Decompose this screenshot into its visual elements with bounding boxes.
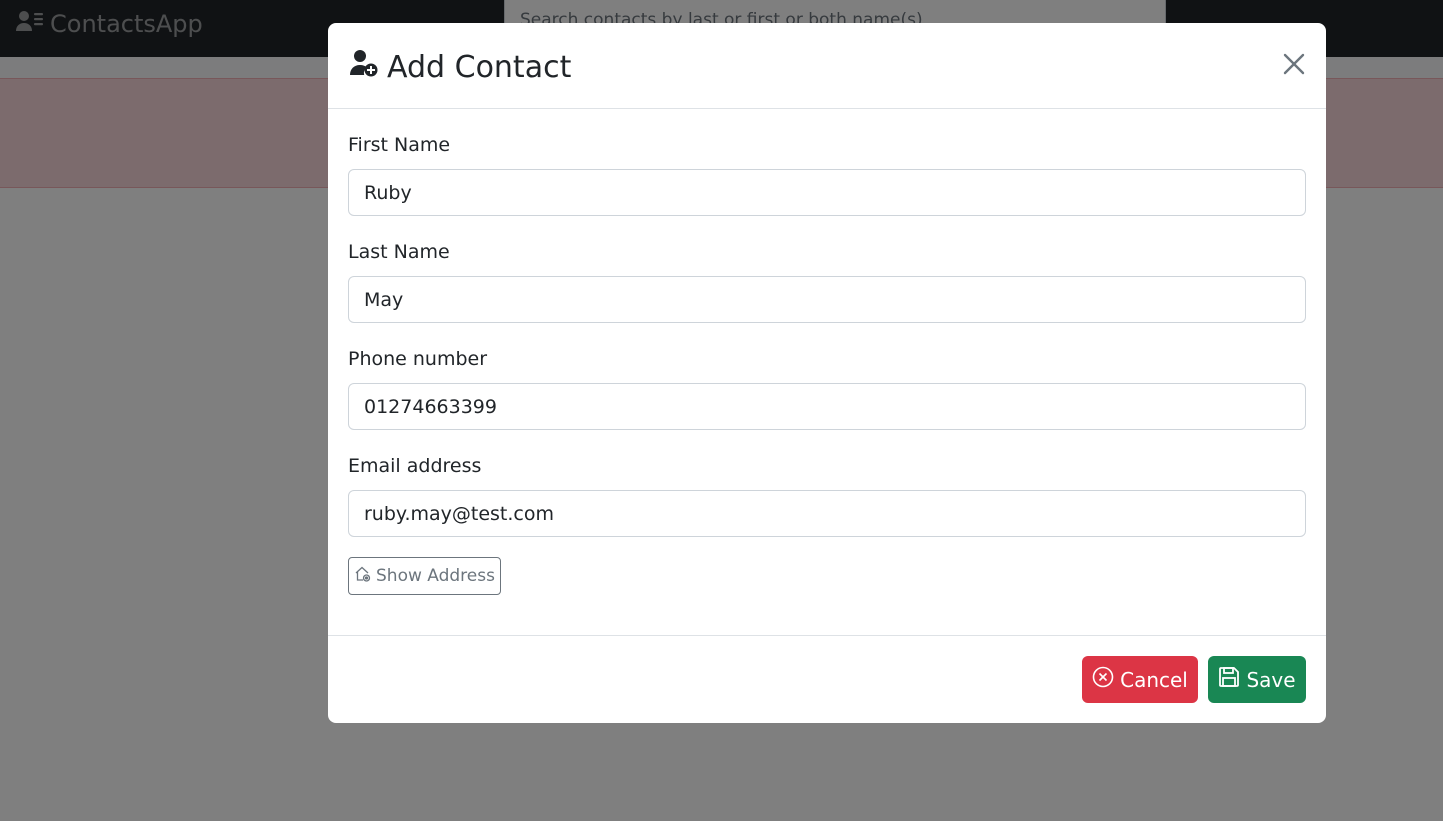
email-field: Email address [348,453,1306,537]
save-button[interactable]: Save [1208,656,1306,703]
last-name-input[interactable] [348,276,1306,323]
first-name-field: First Name [348,132,1306,216]
cancel-label: Cancel [1120,667,1188,692]
email-input[interactable] [348,490,1306,537]
first-name-label: First Name [348,134,451,156]
last-name-label: Last Name [348,241,450,263]
modal-title-text: Add Contact [387,49,572,85]
phone-label: Phone number [348,348,488,370]
modal-title: Add Contact [350,47,571,87]
last-name-field: Last Name [348,239,1306,323]
close-icon [1282,53,1306,79]
email-label: Email address [348,455,482,477]
close-button[interactable] [1280,51,1308,79]
show-address-label: Show Address [376,566,495,586]
x-circle-icon [1092,666,1120,693]
phone-input[interactable] [348,383,1306,430]
modal-header: Add Contact [328,23,1326,109]
person-plus-icon [350,49,387,85]
page: ContactsApp Search contacts by last or f… [0,0,1443,821]
show-address-button[interactable]: Show Address [348,557,501,595]
cancel-button[interactable]: Cancel [1082,656,1198,703]
add-contact-modal: Add Contact First Name Last Name [328,23,1326,723]
house-gear-icon [354,565,376,588]
floppy-disk-icon [1218,666,1246,693]
save-label: Save [1246,667,1296,692]
modal-footer: Cancel Save [328,635,1326,723]
phone-field: Phone number [348,346,1306,430]
first-name-input[interactable] [348,169,1306,216]
